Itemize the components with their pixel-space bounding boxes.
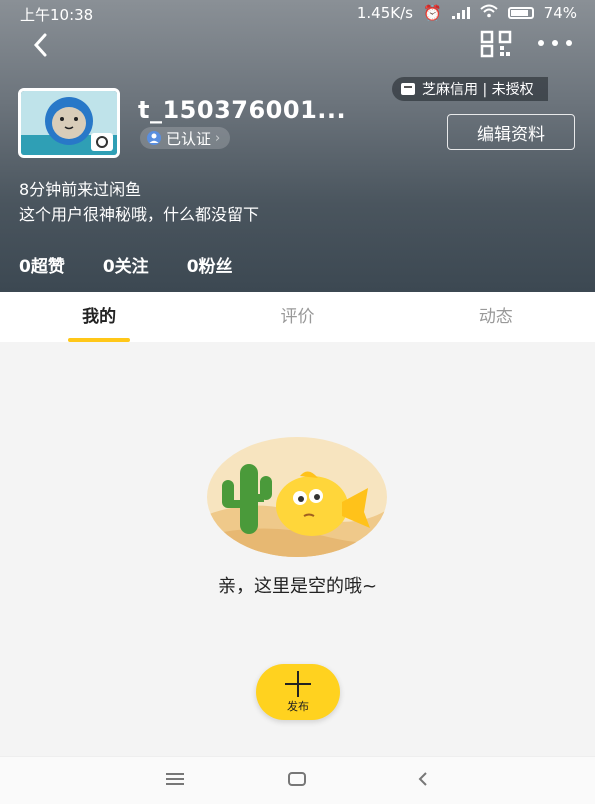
chevron-left-icon: [33, 33, 47, 57]
menu-icon: [166, 773, 184, 785]
system-nav-bar: [0, 756, 595, 804]
empty-state-illustration: [204, 436, 390, 558]
cactus-fish-illustration-icon: [207, 437, 387, 557]
verified-user-icon: [147, 131, 161, 145]
home-icon: [288, 772, 306, 786]
more-button[interactable]: [535, 32, 575, 54]
status-indicators: 1.45K/s ⏰ 74%: [357, 4, 577, 22]
tab-activity[interactable]: 动态: [397, 292, 595, 342]
profile-header: 上午10:38 1.45K/s ⏰ 74% t_150376001... 已认证…: [0, 0, 595, 292]
nav-home-button[interactable]: [287, 771, 307, 787]
battery-icon: [507, 7, 534, 19]
empty-state-message: 亲，这里是空的哦~: [217, 576, 378, 597]
bio-text: 这个用户很神秘哦，什么都没留下: [19, 205, 260, 224]
last-visit-text: 8分钟前来过闲鱼: [19, 180, 142, 199]
profile-tabs: 我的 评价 动态: [0, 292, 595, 342]
verified-badge[interactable]: 已认证 ›: [140, 127, 231, 149]
nav-menu-button[interactable]: [166, 771, 184, 787]
verified-label: 已认证: [166, 129, 212, 148]
battery-level: 74%: [543, 4, 577, 22]
back-button[interactable]: [26, 30, 56, 60]
stat-following[interactable]: 0关注: [103, 252, 149, 277]
chevron-right-icon: ›: [215, 130, 221, 146]
stat-followers[interactable]: 0粉丝: [187, 252, 233, 277]
sesame-credit-badge[interactable]: 芝麻信用 | 未授权: [392, 77, 548, 101]
qr-code-icon: [480, 30, 512, 58]
tab-mine[interactable]: 我的: [0, 292, 198, 342]
wifi-icon: [479, 4, 498, 22]
alarm-icon: ⏰: [422, 4, 442, 22]
status-time: 上午10:38: [20, 6, 94, 24]
publish-button[interactable]: 发布: [256, 664, 340, 720]
publish-label: 发布: [287, 699, 309, 713]
plus-icon: [285, 670, 311, 697]
signal-icon: [451, 7, 470, 19]
username: t_150376001...: [138, 96, 347, 124]
tab-reviews[interactable]: 评价: [198, 292, 396, 342]
net-speed: 1.45K/s: [356, 4, 413, 22]
nav-back-button[interactable]: [416, 771, 430, 787]
seal-avatar-icon: [21, 91, 117, 155]
stat-likes[interactable]: 0超赞: [19, 252, 65, 277]
status-bar: 上午10:38 1.45K/s ⏰ 74%: [0, 0, 595, 26]
back-icon: [418, 772, 427, 786]
edit-profile-button[interactable]: 编辑资料: [447, 114, 575, 150]
avatar[interactable]: [18, 88, 120, 158]
credit-label: 芝麻信用 | 未授权: [422, 82, 534, 98]
profile-stats: 0超赞 0关注 0粉丝: [19, 252, 233, 277]
more-dots-icon: [538, 40, 572, 46]
sesame-credit-icon: [401, 83, 415, 95]
qr-code-button[interactable]: [480, 30, 512, 58]
